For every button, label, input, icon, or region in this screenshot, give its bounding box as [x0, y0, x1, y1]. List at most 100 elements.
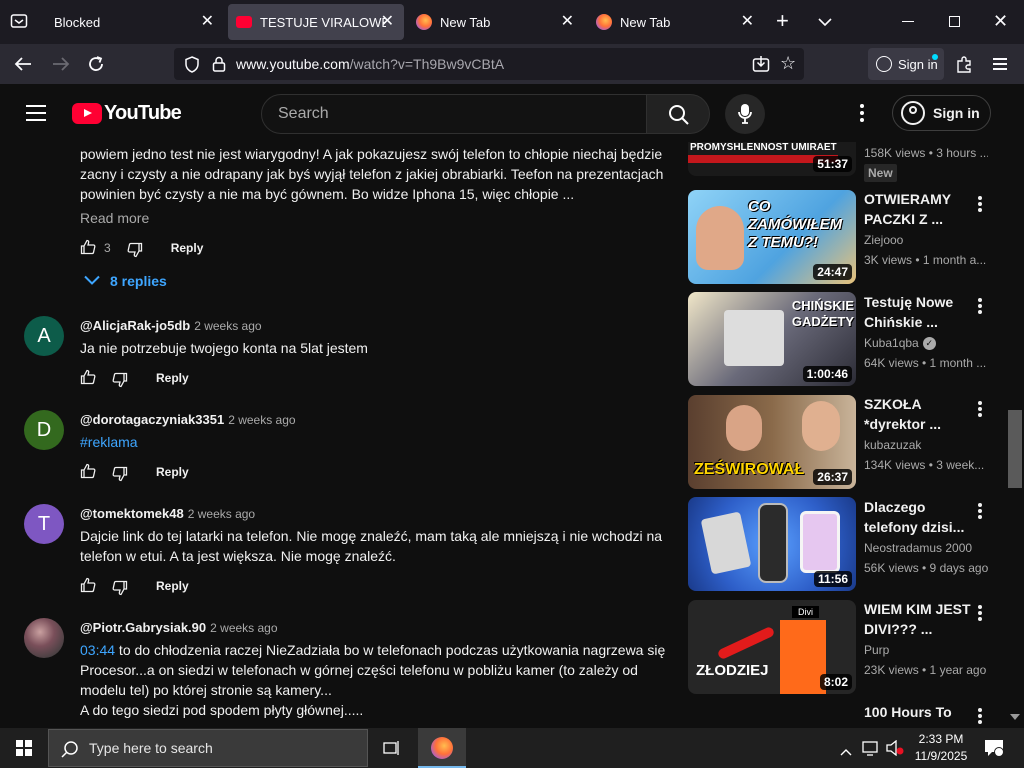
- save-to-pocket-icon[interactable]: [752, 55, 770, 78]
- avatar[interactable]: A: [24, 316, 64, 356]
- comment-time[interactable]: 2 weeks ago: [210, 621, 277, 635]
- video-menu-kebab-icon[interactable]: [976, 194, 984, 214]
- reload-icon[interactable]: [87, 55, 105, 78]
- tab-blocked[interactable]: Blocked ✕: [44, 4, 224, 40]
- bookmark-star-icon[interactable]: ☆: [780, 54, 796, 72]
- firefox-account-button[interactable]: Sign in: [868, 48, 944, 80]
- maximize-window-icon[interactable]: [949, 16, 960, 27]
- minimize-window-icon[interactable]: [902, 21, 914, 22]
- reply-button[interactable]: Reply: [171, 241, 204, 255]
- replies-toggle-button[interactable]: 8 replies: [84, 272, 167, 290]
- page-scrollbar[interactable]: [1006, 84, 1024, 728]
- video-thumbnail[interactable]: PROMYSHLENNOST UMIRAET 51:37: [688, 142, 856, 176]
- video-title[interactable]: Dlaczego telefony dzisi...: [864, 497, 972, 537]
- video-menu-kebab-icon[interactable]: [976, 399, 984, 419]
- video-timestamp-link[interactable]: 03:44: [80, 642, 115, 658]
- close-window-icon[interactable]: ✕: [993, 12, 1008, 30]
- video-menu-kebab-icon[interactable]: [976, 296, 984, 316]
- scrollbar-thumb[interactable]: [1008, 410, 1022, 488]
- like-icon[interactable]: [80, 369, 96, 388]
- reply-button[interactable]: Reply: [156, 465, 189, 479]
- video-channel[interactable]: Purp: [864, 643, 889, 657]
- video-duration: 11:56: [813, 571, 852, 587]
- app-menu-hamburger-icon[interactable]: [993, 58, 1007, 70]
- video-thumbnail[interactable]: CHIŃSKIE GADŻETY 1:00:46: [688, 292, 856, 386]
- network-icon[interactable]: [862, 740, 880, 761]
- back-arrow-icon[interactable]: [14, 56, 32, 77]
- video-title[interactable]: OTWIERAMY PACZKI Z ...: [864, 189, 972, 229]
- avatar[interactable]: [24, 618, 64, 658]
- video-title[interactable]: Testuję Nowe Chińskie ...: [864, 292, 972, 332]
- settings-kebab-icon[interactable]: [860, 104, 864, 122]
- scroll-down-arrow-icon[interactable]: [1010, 714, 1020, 720]
- dislike-icon[interactable]: [112, 463, 128, 482]
- video-thumbnail[interactable]: ZEŚWIROWAŁ 26:37: [688, 395, 856, 489]
- like-icon[interactable]: [80, 463, 96, 482]
- reply-button[interactable]: Reply: [156, 371, 189, 385]
- comment-author[interactable]: @tomektomek48: [80, 506, 184, 521]
- red-arrow-icon: [716, 625, 776, 661]
- comment-time[interactable]: 2 weeks ago: [228, 413, 295, 427]
- dislike-icon[interactable]: [112, 577, 128, 596]
- show-hidden-icons-chevron[interactable]: [840, 743, 852, 761]
- video-channel[interactable]: Ziejooo: [864, 233, 903, 247]
- volume-muted-icon[interactable]: [886, 739, 904, 761]
- dislike-icon[interactable]: [112, 369, 128, 388]
- tab-list-icon[interactable]: [10, 12, 28, 30]
- search-input[interactable]: Search: [261, 94, 647, 134]
- video-channel[interactable]: Kuba1qba ✓: [864, 336, 936, 350]
- avatar[interactable]: T: [24, 504, 64, 544]
- windows-start-icon[interactable]: [16, 740, 32, 756]
- video-thumbnail[interactable]: CO ZAMÓWIŁEM Z TEMU?! 24:47: [688, 190, 856, 284]
- comment-author[interactable]: @dorotagaczyniak3351: [80, 412, 224, 427]
- video-menu-kebab-icon[interactable]: [976, 706, 984, 728]
- youtube-signin-button[interactable]: Sign in: [892, 95, 991, 131]
- shield-icon[interactable]: [184, 56, 200, 78]
- taskbar-clock[interactable]: 2:33 PM 11/9/2025: [912, 731, 970, 765]
- video-menu-kebab-icon[interactable]: [976, 603, 984, 623]
- forward-arrow-icon[interactable]: [52, 56, 70, 77]
- search-button[interactable]: [646, 94, 710, 134]
- video-title[interactable]: 100 Hours To: [864, 702, 964, 728]
- like-icon[interactable]: [80, 577, 96, 596]
- video-title[interactable]: SZKOŁA *dyrektor ...: [864, 394, 972, 434]
- close-icon[interactable]: ✕: [741, 13, 754, 31]
- tab-youtube-active[interactable]: TESTUJE VIRALOWE GA ✕: [228, 4, 404, 40]
- hashtag-link[interactable]: #reklama: [80, 432, 138, 452]
- video-thumbnail[interactable]: Divi ZŁODZIEJ 8:02: [688, 600, 856, 694]
- tab-new-tab-2[interactable]: New Tab ✕: [588, 4, 764, 40]
- like-icon[interactable]: [80, 239, 96, 258]
- guide-menu-icon[interactable]: [26, 105, 46, 121]
- thumbnail-text: ZEŚWIROWAŁ: [694, 461, 805, 478]
- video-channel[interactable]: kubazuzak: [864, 438, 921, 452]
- video-thumbnail[interactable]: 11:56: [688, 497, 856, 591]
- video-title[interactable]: WIEM KIM JEST DIVI??? ...: [864, 599, 972, 639]
- address-bar[interactable]: www.youtube.com/watch?v=Th9Bw9vCBtA ☆: [174, 48, 804, 80]
- voice-search-button[interactable]: [725, 94, 765, 134]
- close-icon[interactable]: ✕: [381, 13, 394, 31]
- comment-time[interactable]: 2 weeks ago: [188, 507, 255, 521]
- read-more-link[interactable]: Read more: [80, 210, 149, 226]
- video-menu-kebab-icon[interactable]: [976, 501, 984, 521]
- task-view-icon[interactable]: [383, 739, 401, 762]
- lock-icon[interactable]: [212, 56, 226, 77]
- close-icon[interactable]: ✕: [561, 13, 574, 31]
- reply-button[interactable]: Reply: [156, 579, 189, 593]
- dislike-icon[interactable]: [127, 239, 143, 258]
- comment-author[interactable]: @Piotr.Gabrysiak.90: [80, 620, 206, 635]
- video-channel[interactable]: Neostradamus 2000: [864, 541, 972, 555]
- person-face-icon: [802, 401, 840, 451]
- close-icon[interactable]: ✕: [201, 13, 214, 31]
- notifications-icon[interactable]: [984, 739, 1004, 762]
- taskbar-search-input[interactable]: Type here to search: [48, 729, 368, 767]
- avatar[interactable]: D: [24, 410, 64, 450]
- comment-time[interactable]: 2 weeks ago: [194, 319, 261, 333]
- comment-author[interactable]: @AlicjaRak-jo5db: [80, 318, 190, 333]
- extensions-puzzle-icon[interactable]: [955, 55, 973, 78]
- taskbar-firefox-button[interactable]: [418, 728, 466, 768]
- youtube-logo[interactable]: YouTube: [72, 102, 182, 125]
- tab-new-tab-1[interactable]: New Tab ✕: [408, 4, 584, 40]
- new-tab-plus-icon[interactable]: +: [776, 10, 789, 32]
- notification-badge: [994, 747, 1004, 757]
- tab-overflow-chevron-icon[interactable]: [818, 14, 832, 32]
